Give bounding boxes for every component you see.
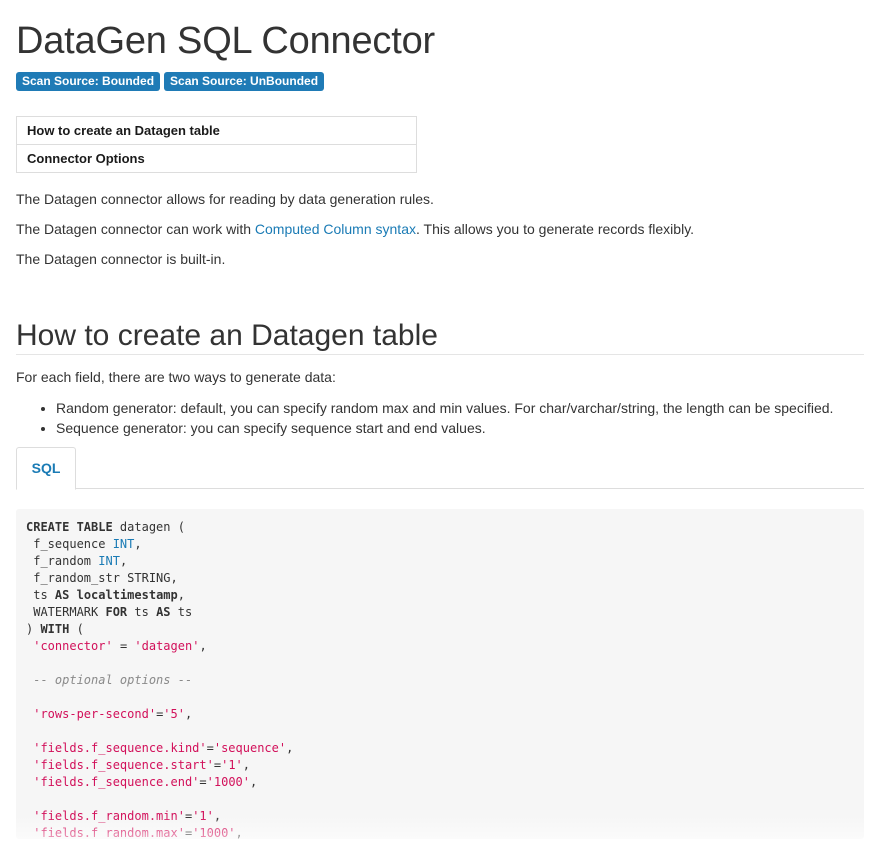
page-title: DataGen SQL Connector — [16, 20, 435, 62]
badge-scan-bounded: Scan Source: Bounded — [16, 72, 161, 91]
code-line: 'fields.f_random.min'='1', — [33, 809, 222, 823]
code-line: f_random_str STRING, — [26, 571, 178, 585]
section-heading-create-table: How to create an Datagen table — [16, 321, 864, 355]
table-of-contents: How to create an Datagen table Connector… — [16, 116, 417, 173]
intro-paragraph-2-after: . This allows you to generate records fl… — [415, 221, 695, 237]
tab-sql[interactable]: SQL — [16, 447, 76, 490]
code-comment-line: -- optional options -- — [26, 673, 193, 687]
intro-paragraph-2-before: The Datagen connector can work with — [16, 221, 255, 237]
code-line: 'rows-per-second'='5', — [33, 707, 193, 721]
code-line: f_sequence INT, — [26, 537, 142, 551]
code-tabs: SQL — [16, 447, 864, 490]
code-line: 'fields.f_sequence.kind'='sequence', — [33, 741, 294, 755]
badge-scan-unbounded: Scan Source: UnBounded — [164, 72, 325, 91]
code-line: 'fields.f_sequence.start'='1', — [33, 758, 251, 772]
code-line: 'fields.f_random.max'='1000', — [33, 826, 243, 839]
code-line: ts AS localtimestamp, — [26, 588, 185, 602]
sql-code-block: CREATE TABLE datagen ( f_sequence INT, f… — [16, 509, 864, 839]
code-line: CREATE TABLE datagen ( — [26, 520, 185, 534]
list-item: Sequence generator: you can specify sequ… — [56, 418, 864, 438]
computed-column-syntax-link[interactable]: Computed Column syntax — [255, 221, 416, 237]
code-line: WATERMARK FOR ts AS ts — [26, 605, 193, 619]
code-line: ) WITH ( — [26, 622, 84, 636]
toc-item-create-table[interactable]: How to create an Datagen table — [17, 117, 416, 144]
list-item: Random generator: default, you can speci… — [56, 398, 864, 418]
intro-paragraph-2: The Datagen connector can work with Comp… — [16, 220, 864, 238]
generator-list: Random generator: default, you can speci… — [16, 398, 864, 438]
code-line: f_random INT, — [26, 554, 128, 568]
code-line: 'fields.f_sequence.end'='1000', — [33, 775, 258, 789]
document-page: DataGen SQL Connector Scan Source: Bound… — [0, 22, 880, 839]
toc-item-connector-options[interactable]: Connector Options — [17, 144, 416, 172]
code-line: 'connector' = 'datagen', — [33, 639, 207, 653]
badge-group: Scan Source: Bounded Scan Source: UnBoun… — [16, 72, 864, 91]
section-intro: For each field, there are two ways to ge… — [16, 369, 336, 385]
intro-paragraph-1: The Datagen connector allows for reading… — [16, 191, 434, 207]
intro-paragraph-3: The Datagen connector is built-in. — [16, 251, 226, 267]
